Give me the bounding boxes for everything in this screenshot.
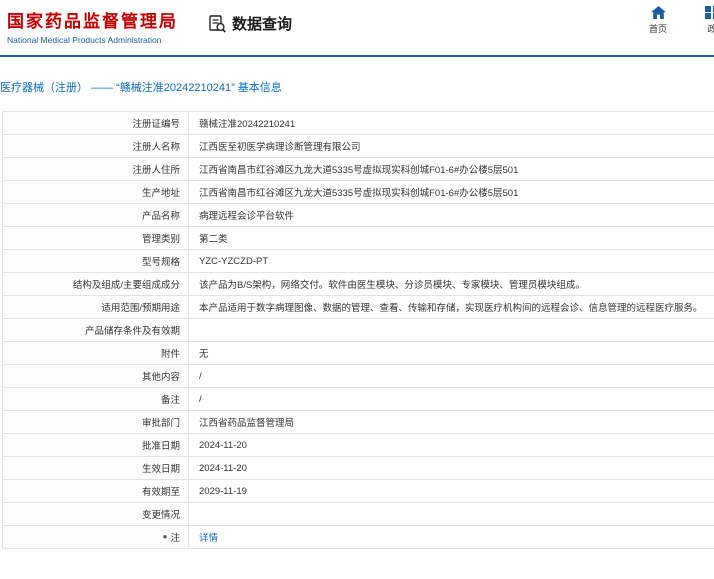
document-search-icon (209, 14, 226, 33)
table-row: 产品名称 病理远程会诊平台软件 (3, 204, 714, 227)
row-label: 注册人住所 (3, 158, 189, 180)
row-label: 备注 (3, 388, 189, 410)
row-value: 本产品适用于数字病理图像、数据的管理、查看、传输和存储，实现医疗机构间的远程会诊… (199, 303, 703, 314)
detail-link[interactable]: 详情 (199, 530, 218, 544)
table-row: 有效期至 2029-11-19 (3, 480, 714, 503)
table-row: 适用范围/预期用途 本产品适用于数字病理图像、数据的管理、查看、传输和存储，实现医… (3, 296, 714, 319)
screen: 国家药品监督管理局 National Medical Products Admi… (0, 0, 714, 579)
row-label: 生效日期 (3, 457, 189, 479)
row-label: 其他内容 (3, 365, 189, 387)
table-row: 注册证编号 赣械注准20242210241 (3, 112, 714, 135)
row-label: 附件 (3, 342, 189, 364)
row-label-text: 其他内容 (141, 372, 180, 383)
row-value: 2029-11-19 (199, 485, 247, 497)
row-label-text: 管理类别 (141, 234, 180, 245)
row-label-text: 变更情况 (141, 510, 180, 521)
row-label-text: 附件 (160, 349, 180, 360)
nmpa-logo[interactable]: 国家药品监督管理局 National Medical Products Admi… (7, 7, 178, 45)
table-row: 结构及组成/主要组成成分 该产品为B/S架构，网络交付。软件由医生模块、分诊员模块… (3, 273, 714, 296)
row-label-text: 注 (170, 533, 180, 544)
table-row: 备注 / (3, 388, 714, 411)
logo-title: 国家药品监督管理局 (7, 12, 178, 31)
page-title: 医疗器械（注册） —— “赣械注准20242210241” 基本信息 (0, 82, 282, 94)
table-row: 生效日期 2024-11-20 (3, 457, 714, 480)
row-label-text: 注册人住所 (132, 165, 180, 176)
table-row: 附件 无 (3, 342, 714, 365)
table-row: 注册人名称 江西医至初医学病理诊断管理有限公司 (3, 135, 714, 158)
row-label: 产品名称 (3, 204, 189, 226)
row-label-text: 产品储存条件及有效期 (84, 326, 180, 337)
home-icon (650, 6, 666, 19)
row-label: 生产地址 (3, 181, 189, 203)
row-value: 赣械注准20242210241 (199, 119, 296, 130)
row-label: 产品储存条件及有效期 (3, 319, 189, 341)
row-label-text: 批准日期 (141, 441, 180, 452)
header-divider (0, 55, 714, 57)
row-label-text: 有效期至 (141, 487, 180, 498)
row-value: / (199, 370, 202, 382)
row-label: 审批部门 (3, 411, 189, 433)
row-label-text: 备注 (160, 395, 180, 406)
nav-gov[interactable]: 政 (692, 6, 714, 35)
table-row: 审批部门 江西省药品监督管理局 (3, 411, 714, 434)
row-label: 注册证编号 (3, 112, 189, 134)
table-row: 型号规格 YZC-YZCZD-PT (3, 250, 714, 273)
row-value: 江西省药品监督管理局 (199, 418, 295, 429)
gov-grid-icon (705, 6, 714, 19)
site-header: 国家药品监督管理局 National Medical Products Admi… (0, 0, 714, 55)
top-nav: 首页 政 (638, 6, 714, 35)
data-query-label: 数据查询 (232, 16, 293, 33)
row-label-text: 结构及组成/主要组成成分 (72, 280, 180, 291)
row-label-text: 产品名称 (141, 211, 180, 222)
nav-home-label: 首页 (648, 24, 667, 34)
row-value: 2024-11-20 (199, 462, 247, 474)
row-label: 适用范围/预期用途 (3, 296, 189, 318)
logo-subtitle: National Medical Products Administration (7, 35, 162, 45)
row-label: 型号规格 (3, 250, 189, 272)
row-label: 管理类别 (3, 227, 189, 249)
row-value: 2024-11-20 (199, 439, 247, 451)
note-bullet-icon: ● (162, 532, 168, 541)
row-value: / (199, 393, 202, 405)
row-label: ● 注 (3, 526, 189, 548)
row-label: 批准日期 (3, 434, 189, 456)
nav-gov-label: 政 (707, 24, 714, 34)
row-value: 无 (199, 349, 209, 360)
info-table: 注册证编号 赣械注准20242210241 注册人名称 江西医至初医学病理诊断管理有限… (2, 111, 714, 549)
row-label: 有效期至 (3, 480, 189, 502)
table-row: 管理类别 第二类 (3, 227, 714, 250)
nav-home[interactable]: 首页 (638, 6, 678, 35)
table-row: 生产地址 江西省南昌市红谷滩区九龙大道5335号虚拟现实科创城F01-6#办公楼5… (3, 181, 714, 204)
row-value (189, 503, 714, 525)
row-label-text: 注册证编号 (132, 119, 180, 130)
row-value: 江西省南昌市红谷滩区九龙大道5335号虚拟现实科创城F01-6#办公楼5层501 (199, 188, 519, 199)
row-value: YZC-YZCZD-PT (199, 255, 269, 267)
row-label-text: 审批部门 (141, 418, 180, 429)
row-value: 该产品为B/S架构，网络交付。软件由医生模块、分诊员模块、专家模块、管理员模块组… (199, 280, 585, 291)
table-row: 产品储存条件及有效期 (3, 319, 714, 342)
row-label-text: 注册人名称 (132, 142, 180, 153)
table-row: ● 注详情 (3, 526, 714, 549)
row-label-text: 生产地址 (141, 188, 180, 199)
table-row: 批准日期 2024-11-20 (3, 434, 714, 457)
row-value: 江西省南昌市红谷滩区九龙大道5335号虚拟现实科创城F01-6#办公楼5层501 (199, 165, 519, 176)
row-value: 详情 (189, 526, 714, 548)
row-value: 第二类 (199, 234, 228, 245)
data-query-heading: 数据查询 (209, 13, 292, 34)
row-label: 结构及组成/主要组成成分 (3, 273, 189, 295)
row-value (189, 319, 714, 341)
row-label-text: 生效日期 (141, 464, 180, 475)
row-value: 病理远程会诊平台软件 (199, 211, 295, 222)
row-value: 江西医至初医学病理诊断管理有限公司 (199, 142, 361, 153)
row-label-text: 型号规格 (141, 257, 180, 268)
row-label-text: 适用范围/预期用途 (101, 303, 180, 314)
table-row: 其他内容 / (3, 365, 714, 388)
row-label: 变更情况 (3, 503, 189, 525)
row-label: 注册人名称 (3, 135, 189, 157)
table-row: 注册人住所 江西省南昌市红谷滩区九龙大道5335号虚拟现实科创城F01-6#办公楼… (3, 158, 714, 181)
table-row: 变更情况 (3, 503, 714, 526)
